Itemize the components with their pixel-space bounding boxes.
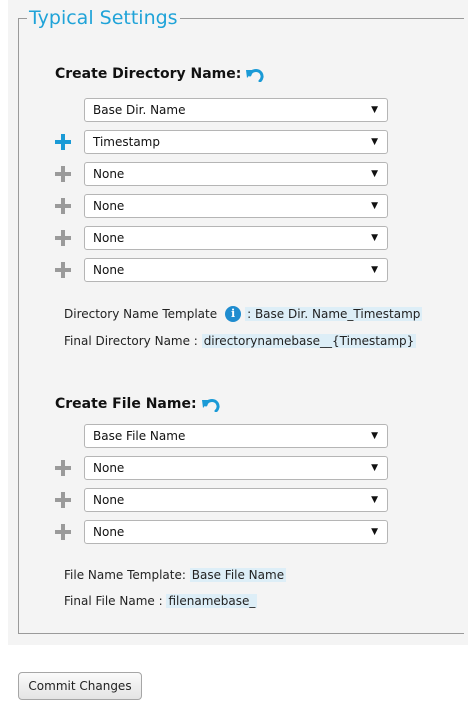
file-template-line: File Name Template: Base File Name xyxy=(64,568,287,582)
dir-select-6[interactable]: None ▼ xyxy=(84,258,388,282)
plus-icon[interactable] xyxy=(54,133,72,151)
chevron-down-icon: ▼ xyxy=(371,105,378,115)
file-template-label: File Name Template: xyxy=(64,568,186,582)
fieldset-legend: Typical Settings xyxy=(27,6,180,30)
dir-final-label: Final Directory Name : xyxy=(64,334,198,348)
plus-icon[interactable] xyxy=(54,459,72,477)
undo-icon[interactable] xyxy=(201,396,221,412)
directory-section-label: Create Directory Name: xyxy=(55,66,242,82)
dir-select-5[interactable]: None ▼ xyxy=(84,226,388,250)
dir-select-5-value: None xyxy=(93,231,125,245)
dir-select-4-value: None xyxy=(93,199,125,213)
plus-icon[interactable] xyxy=(54,261,72,279)
chevron-down-icon: ▼ xyxy=(371,527,378,537)
dir-select-2[interactable]: Timestamp ▼ xyxy=(84,130,388,154)
plus-icon[interactable] xyxy=(54,229,72,247)
dir-template-line: Directory Name Template i : Base Dir. Na… xyxy=(64,306,423,322)
dir-select-6-value: None xyxy=(93,263,125,277)
plus-icon[interactable] xyxy=(54,197,72,215)
file-select-2-value: None xyxy=(93,461,125,475)
chevron-down-icon: ▼ xyxy=(371,265,378,275)
file-select-3-value: None xyxy=(93,493,125,507)
file-final-label: Final File Name : xyxy=(64,594,163,608)
chevron-down-icon: ▼ xyxy=(371,201,378,211)
dir-select-3[interactable]: None ▼ xyxy=(84,162,388,186)
dir-select-3-value: None xyxy=(93,167,125,181)
dir-template-value: : Base Dir. Name_Timestamp xyxy=(245,307,423,321)
dir-final-value: directorynamebase__{Timestamp} xyxy=(201,334,417,348)
file-final-line: Final File Name : filenamebase_ xyxy=(64,594,258,608)
file-section-title: Create File Name: xyxy=(55,396,221,412)
info-icon[interactable]: i xyxy=(225,306,242,322)
dir-select-4[interactable]: None ▼ xyxy=(84,194,388,218)
chevron-down-icon: ▼ xyxy=(371,233,378,243)
dir-select-2-value: Timestamp xyxy=(93,135,160,149)
commit-changes-button[interactable]: Commit Changes xyxy=(18,672,142,700)
chevron-down-icon: ▼ xyxy=(371,431,378,441)
dir-template-label: Directory Name Template xyxy=(64,307,218,321)
chevron-down-icon: ▼ xyxy=(371,463,378,473)
directory-section-title: Create Directory Name: xyxy=(55,66,265,82)
file-select-1-value: Base File Name xyxy=(93,429,186,443)
file-section-label: Create File Name: xyxy=(55,396,197,412)
chevron-down-icon: ▼ xyxy=(371,169,378,179)
chevron-down-icon: ▼ xyxy=(371,495,378,505)
dir-final-line: Final Directory Name : directorynamebase… xyxy=(64,334,417,348)
plus-icon[interactable] xyxy=(54,491,72,509)
file-select-2[interactable]: None ▼ xyxy=(84,456,388,480)
undo-icon[interactable] xyxy=(245,66,265,82)
dir-select-1-value: Base Dir. Name xyxy=(93,103,186,117)
file-select-3[interactable]: None ▼ xyxy=(84,488,388,512)
plus-icon[interactable] xyxy=(54,523,72,541)
file-final-value: filenamebase_ xyxy=(166,594,258,608)
file-template-value: Base File Name xyxy=(189,568,287,582)
chevron-down-icon: ▼ xyxy=(371,137,378,147)
file-select-4[interactable]: None ▼ xyxy=(84,520,388,544)
file-select-4-value: None xyxy=(93,525,125,539)
file-select-1[interactable]: Base File Name ▼ xyxy=(84,424,388,448)
dir-select-1[interactable]: Base Dir. Name ▼ xyxy=(84,98,388,122)
plus-icon[interactable] xyxy=(54,165,72,183)
